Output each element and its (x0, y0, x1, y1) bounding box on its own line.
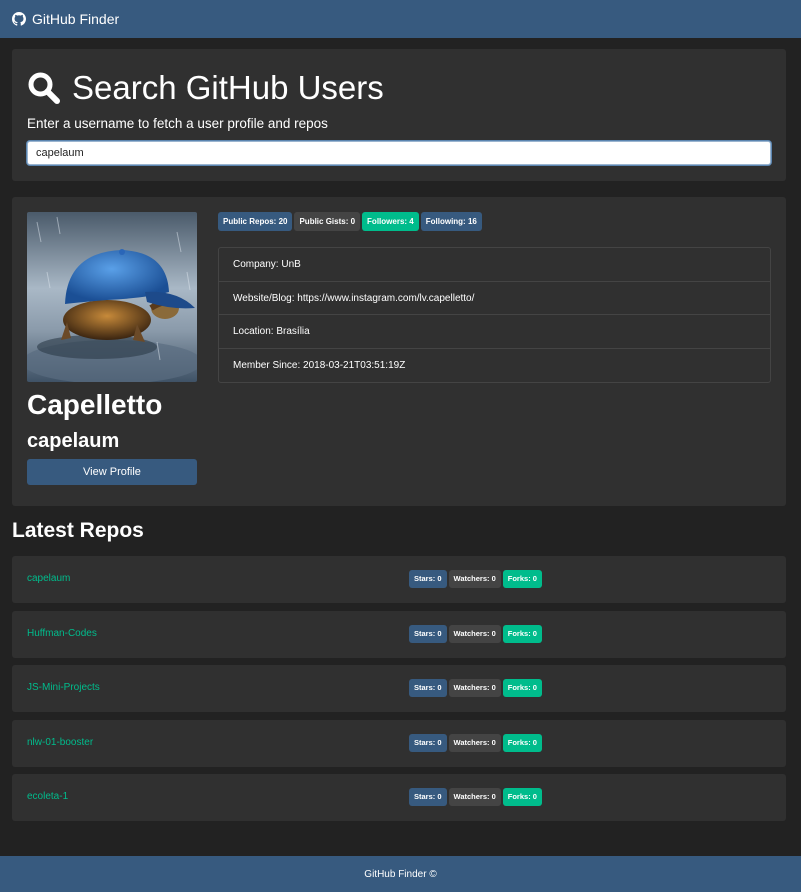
location-item: Location: Brasília (219, 315, 770, 349)
repo-card: ecoleta-1 Stars: 0 Watchers: 0 Forks: 0 (12, 774, 786, 821)
repo-badges: Stars: 0 Watchers: 0 Forks: 0 (409, 788, 542, 806)
profile-card: Capelletto capelaum View Profile Public … (12, 197, 786, 506)
github-icon (12, 12, 26, 26)
profile-badges: Public Repos: 20 Public Gists: 0 Followe… (218, 212, 482, 231)
view-profile-button[interactable]: View Profile (27, 459, 197, 485)
search-input[interactable] (27, 141, 771, 165)
repo-card: Huffman-Codes Stars: 0 Watchers: 0 Forks… (12, 611, 786, 658)
search-title-text: Search GitHub Users (72, 69, 384, 106)
forks-badge: Forks: 0 (502, 734, 542, 752)
forks-badge: Forks: 0 (502, 625, 542, 643)
navbar: GitHub Finder (0, 0, 801, 38)
stars-badge: Stars: 0 (409, 734, 447, 752)
search-subtitle: Enter a username to fetch a user profile… (27, 116, 328, 131)
stars-badge: Stars: 0 (409, 570, 447, 588)
repo-card: JS-Mini-Projects Stars: 0 Watchers: 0 Fo… (12, 665, 786, 712)
stars-badge: Stars: 0 (409, 625, 447, 643)
stars-badge: Stars: 0 (409, 679, 447, 697)
repo-badges: Stars: 0 Watchers: 0 Forks: 0 (409, 570, 542, 588)
watchers-badge: Watchers: 0 (448, 788, 501, 806)
profile-info-list: Company: UnB Website/Blog: https://www.i… (218, 247, 771, 383)
repo-link[interactable]: nlw-01-booster (27, 737, 93, 748)
watchers-badge: Watchers: 0 (448, 734, 501, 752)
followers-badge: Followers: 4 (362, 212, 419, 231)
repo-link[interactable]: capelaum (27, 573, 70, 584)
public-gists-badge: Public Gists: 0 (294, 212, 361, 231)
following-badge: Following: 16 (420, 212, 482, 231)
watchers-badge: Watchers: 0 (448, 679, 501, 697)
profile-name: Capelletto (27, 389, 163, 420)
company-item: Company: UnB (219, 248, 770, 282)
forks-badge: Forks: 0 (502, 570, 542, 588)
watchers-badge: Watchers: 0 (448, 570, 501, 588)
avatar-image (27, 212, 197, 382)
member-since-item: Member Since: 2018-03-21T03:51:19Z (233, 359, 406, 371)
public-repos-badge: Public Repos: 20 (218, 212, 293, 231)
repo-link[interactable]: Huffman-Codes (27, 628, 97, 639)
repo-link[interactable]: ecoleta-1 (27, 791, 68, 802)
repo-badges: Stars: 0 Watchers: 0 Forks: 0 (409, 679, 542, 697)
repo-badges: Stars: 0 Watchers: 0 Forks: 0 (409, 625, 542, 643)
avatar (27, 212, 197, 382)
footer-text: GitHub Finder © (364, 868, 437, 880)
search-icon (28, 72, 60, 104)
profile-login: capelaum (27, 430, 120, 452)
forks-badge: Forks: 0 (502, 679, 542, 697)
watchers-badge: Watchers: 0 (448, 625, 501, 643)
repo-card: nlw-01-booster Stars: 0 Watchers: 0 Fork… (12, 720, 786, 767)
website-item: Website/Blog: https://www.instagram.com/… (219, 282, 770, 315)
stars-badge: Stars: 0 (409, 788, 447, 806)
forks-badge: Forks: 0 (502, 788, 542, 806)
search-title: Search GitHub Users (27, 69, 771, 107)
search-card: Search GitHub Users Enter a username to … (12, 49, 786, 181)
navbar-brand[interactable]: GitHub Finder (32, 11, 119, 27)
repo-link[interactable]: JS-Mini-Projects (27, 682, 100, 693)
latest-repos-title: Latest Repos (12, 519, 144, 542)
repo-card: capelaum Stars: 0 Watchers: 0 Forks: 0 (12, 556, 786, 603)
footer: GitHub Finder © (0, 856, 801, 892)
repo-badges: Stars: 0 Watchers: 0 Forks: 0 (409, 734, 542, 752)
